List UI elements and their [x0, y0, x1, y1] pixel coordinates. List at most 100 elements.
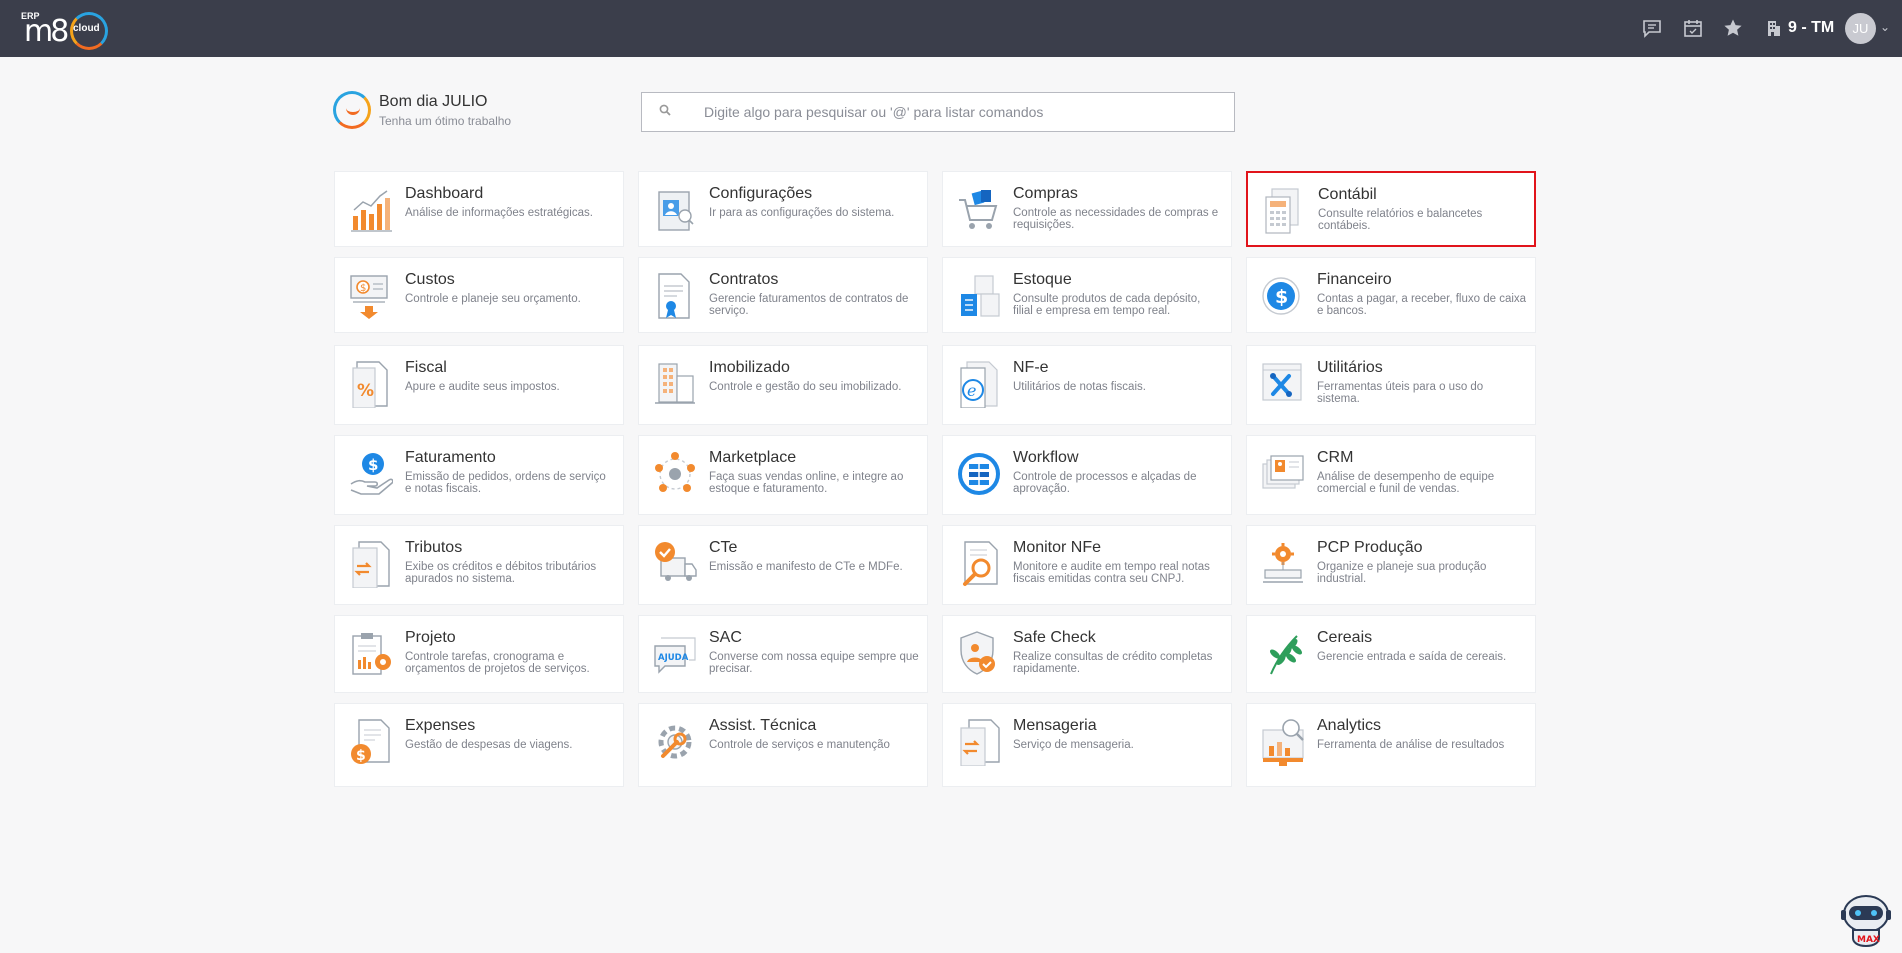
boxes-icon — [957, 272, 1001, 320]
module-grid-row4: $ Faturamento Emissão de pedidos, ordens… — [334, 435, 1538, 525]
module-title: Financeiro — [1317, 271, 1392, 288]
module-title: Contábil — [1318, 186, 1377, 203]
module-card-nfe[interactable]: e NF-e Utilitários de notas fiscais. — [942, 345, 1232, 425]
svg-text:$: $ — [360, 283, 366, 294]
module-description: Ferramenta de análise de resultados — [1317, 739, 1505, 751]
module-description: Gerencie faturamentos de contratos de se… — [709, 293, 909, 317]
module-card-cte[interactable]: CTe Emissão e manifesto de CTe e MDFe. — [638, 525, 928, 605]
star-icon[interactable] — [1721, 16, 1745, 40]
module-card-contabil[interactable]: Contábil Consulte relatórios e balancete… — [1246, 171, 1536, 247]
module-description: Serviço de mensageria. — [1013, 739, 1134, 751]
module-description: Converse com nossa equipe sempre que pre… — [709, 651, 919, 675]
module-title: Faturamento — [405, 449, 496, 466]
module-description: Apure e audite seus impostos. — [405, 381, 560, 393]
module-card-cereais[interactable]: Cereais Gerencie entrada e saída de cere… — [1246, 615, 1536, 693]
module-description: Controle e planeje seu orçamento. — [405, 293, 581, 305]
module-card-financeiro[interactable]: $ Financeiro Contas a pagar, a receber, … — [1246, 257, 1536, 333]
module-description: Realize consultas de crédito completas r… — [1013, 651, 1213, 675]
chat-icon[interactable] — [1640, 16, 1664, 40]
module-card-crm[interactable]: CRM Análise de desempenho de equipe come… — [1246, 435, 1536, 515]
module-card-compras[interactable]: Compras Controle as necessidades de comp… — [942, 171, 1232, 247]
module-title: CRM — [1317, 449, 1354, 466]
building-icon — [653, 360, 697, 408]
tools-icon — [1261, 360, 1305, 408]
svg-text:e: e — [967, 381, 976, 400]
module-card-assist-tecnica[interactable]: Assist. Técnica Controle de serviços e m… — [638, 703, 928, 787]
wrench-gear-icon — [653, 718, 697, 766]
logo-cloud-text: cloud — [73, 23, 100, 34]
workflow-icon — [957, 450, 1001, 498]
svg-text:$: $ — [368, 456, 378, 474]
module-title: Safe Check — [1013, 629, 1096, 646]
module-title: Estoque — [1013, 271, 1072, 288]
hand-dollar-icon: $ — [349, 450, 394, 498]
module-card-imobilizado[interactable]: Imobilizado Controle e gestão do seu imo… — [638, 345, 928, 425]
module-grid-row7: $ Expenses Gestão de despesas de viagens… — [334, 703, 1538, 787]
chevron-down-icon[interactable]: ⌄ — [1880, 20, 1890, 34]
greeting-subtitle: Tenha um ótimo trabalho — [379, 114, 512, 128]
module-card-analytics[interactable]: Analytics Ferramenta de análise de resul… — [1246, 703, 1536, 787]
search-input[interactable] — [642, 93, 1234, 131]
module-grid-row6: Projeto Controle tarefas, cronograma e o… — [334, 615, 1538, 703]
module-card-dashboard[interactable]: Dashboard Análise de informações estraté… — [334, 171, 624, 247]
module-card-mensageria[interactable]: Mensageria Serviço de mensageria. — [942, 703, 1232, 787]
module-description: Ferramentas úteis para o uso do sistema. — [1317, 381, 1484, 405]
module-description: Organize e planeje sua produção industri… — [1317, 561, 1487, 585]
module-description: Emissão e manifesto de CTe e MDFe. — [709, 561, 903, 573]
search-box[interactable] — [641, 92, 1235, 132]
expense-doc-icon: $ — [349, 718, 393, 766]
module-card-workflow[interactable]: Workflow Controle de processos e alçadas… — [942, 435, 1232, 515]
module-card-contratos[interactable]: Contratos Gerencie faturamentos de contr… — [638, 257, 928, 333]
module-card-custos[interactable]: $ Custos Controle e planeje seu orçament… — [334, 257, 624, 333]
module-card-utilitarios[interactable]: Utilitários Ferramentas úteis para o uso… — [1246, 345, 1536, 425]
module-description: Consulte relatórios e balancetes contábe… — [1318, 208, 1483, 232]
network-icon — [653, 450, 697, 498]
module-card-sac[interactable]: AJUDA SAC Converse com nossa equipe semp… — [638, 615, 928, 693]
money-icon: $ — [349, 272, 393, 320]
module-card-pcp[interactable]: PCP Produção Organize e planeje sua prod… — [1246, 525, 1536, 605]
module-card-projeto[interactable]: Projeto Controle tarefas, cronograma e o… — [334, 615, 624, 693]
module-description: Controle tarefas, cronograma e orçamento… — [405, 651, 590, 675]
max-assistant-button[interactable]: MAX — [1837, 890, 1895, 948]
module-card-estoque[interactable]: Estoque Consulte produtos de cada depósi… — [942, 257, 1232, 333]
module-title: Contratos — [709, 271, 779, 288]
crm-icon — [1261, 450, 1305, 498]
module-card-tributos[interactable]: Tributos Exibe os créditos e débitos tri… — [334, 525, 624, 605]
m8-cloud-logo[interactable]: ERP m8 cloud — [20, 8, 112, 50]
module-card-faturamento[interactable]: $ Faturamento Emissão de pedidos, ordens… — [334, 435, 624, 515]
module-card-safe-check[interactable]: Safe Check Realize consultas de crédito … — [942, 615, 1232, 693]
module-card-fiscal[interactable]: % Fiscal Apure e audite seus impostos. — [334, 345, 624, 425]
module-description: Gerencie entrada e saída de cereais. — [1317, 651, 1507, 663]
module-card-monitor-nfe[interactable]: Monitor NFe Monitore e audite em tempo r… — [942, 525, 1232, 605]
module-title: Expenses — [405, 717, 476, 734]
user-avatar[interactable]: JU — [1845, 13, 1876, 44]
company-label: 9 - TM — [1788, 19, 1835, 36]
gear-factory-icon — [1261, 540, 1305, 588]
truck-icon — [653, 540, 697, 588]
module-title: SAC — [709, 629, 742, 646]
top-bar: ERP m8 cloud 9 - TM JU ⌄ — [0, 0, 1902, 57]
magnifier-doc-icon — [957, 540, 1001, 588]
calendar-icon[interactable] — [1681, 16, 1705, 40]
max-label: MAX — [1857, 935, 1880, 945]
module-description: Faça suas vendas online, e integre ao es… — [709, 471, 904, 495]
module-card-marketplace[interactable]: Marketplace Faça suas vendas online, e i… — [638, 435, 928, 515]
module-description: Ir para as configurações do sistema. — [709, 207, 895, 219]
module-description: Emissão de pedidos, ordens de serviço e … — [405, 471, 606, 495]
module-title: Marketplace — [709, 449, 797, 466]
module-card-configuracoes[interactable]: Configurações Ir para as configurações d… — [638, 171, 928, 247]
module-description: Monitore e audite em tempo real notas fi… — [1013, 561, 1210, 585]
module-card-expenses[interactable]: $ Expenses Gestão de despesas de viagens… — [334, 703, 624, 787]
module-grid-row3: % Fiscal Apure e audite seus impostos. I… — [334, 345, 1538, 435]
module-title: Custos — [405, 271, 455, 288]
company-selector[interactable]: 9 - TM — [1766, 15, 1834, 41]
module-description: Controle de processos e alçadas de aprov… — [1013, 471, 1197, 495]
module-grid: Dashboard Análise de informações estraté… — [334, 171, 1538, 343]
module-title: Monitor NFe — [1013, 539, 1102, 556]
dollar-icon: $ — [1261, 272, 1305, 320]
module-title: Workflow — [1013, 449, 1079, 466]
module-title: Imobilizado — [709, 359, 790, 376]
help-chat-icon: AJUDA — [653, 630, 697, 678]
exchange-doc-icon — [349, 540, 393, 589]
module-description: Gestão de despesas de viagens. — [405, 739, 573, 751]
